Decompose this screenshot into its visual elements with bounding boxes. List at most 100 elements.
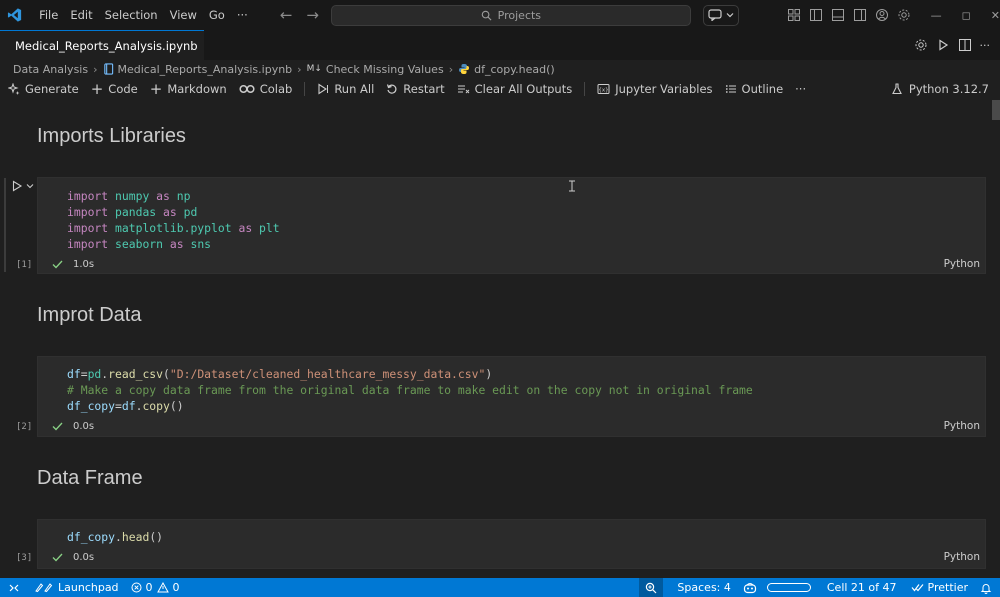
code-comment[interactable]: # Make a copy data frame from the origin… [67,382,753,398]
execution-duration: 0.0s [73,421,95,432]
menu-file[interactable]: File [34,0,64,30]
execution-count: [3] [16,553,33,563]
search-placeholder: Projects [497,8,542,22]
generate-button[interactable]: Generate [8,82,79,96]
execution-count: [2] [16,422,33,432]
double-check-icon [911,584,923,592]
copilot-progress-bar [766,583,811,592]
copilot-chat-button[interactable] [702,4,739,26]
breadcrumb-file[interactable]: Medical_Reports_Analysis.ipynb [103,63,292,76]
restore-icon[interactable]: ◻ [962,9,971,22]
indentation-status[interactable]: Spaces: 4 [663,578,736,597]
chevron-down-icon [726,13,734,18]
toggle-secondary-sidebar-icon[interactable] [853,8,867,22]
run-all-button[interactable]: Run All [317,82,374,96]
prettier-status[interactable]: Prettier [903,578,974,597]
copilot-icon [743,582,756,593]
colab-icon [239,84,255,94]
markdown-heading-1[interactable]: Imports Libraries [37,125,186,148]
variables-icon: {x} [597,84,610,94]
tab-label: Medical_Reports_Analysis.ipynb [15,38,198,53]
cell-focus-indicator [4,178,6,272]
problems-status[interactable]: 0 0 [125,578,186,597]
chevron-down-icon[interactable] [26,183,34,189]
breadcrumb-cell[interactable]: df_copy.head() [458,63,555,76]
sparkle-icon [8,83,20,95]
more-actions-icon[interactable]: ··· [980,39,991,52]
markdown-heading-3[interactable]: Data Frame [37,467,143,490]
code-line[interactable]: import numpy as np [67,188,190,204]
remote-indicator[interactable] [0,578,28,597]
code-cell[interactable]: import numpy as np import pandas as pd i… [37,177,986,274]
back-arrow-icon[interactable]: ← [280,6,293,24]
split-editor-icon[interactable] [958,38,972,52]
command-center-search[interactable]: Projects [330,4,691,26]
execution-count: [1] [16,260,33,270]
code-line[interactable]: df_copy.head() [67,529,163,545]
cell-language[interactable]: Python [944,258,980,270]
cell-language[interactable]: Python [944,420,980,432]
remote-icon [9,584,19,591]
outline-button[interactable]: Outline [725,82,783,96]
tab-medical-reports[interactable]: Medical_Reports_Analysis.ipynb [0,30,204,60]
rocket-icon [35,583,53,593]
toggle-primary-sidebar-icon[interactable] [809,8,823,22]
toolbar-more-button[interactable]: ··· [795,82,806,96]
copilot-status[interactable] [737,578,817,597]
error-icon [131,582,142,593]
add-code-cell-button[interactable]: + Code [91,80,138,98]
cell-execution-status: 0.0s [52,421,94,432]
code-line[interactable]: import pandas as pd [67,204,197,220]
code-cell[interactable]: df=pd.read_csv("D:/Dataset/cleaned_healt… [37,356,986,437]
code-line[interactable]: df=pd.read_csv("D:/Dataset/cleaned_healt… [67,366,492,382]
code-line[interactable]: df_copy=df.copy() [67,398,184,414]
notebook-settings-gear-icon[interactable] [914,38,928,52]
menu-edit[interactable]: Edit [64,0,98,30]
flask-icon [892,83,902,95]
bell-icon [980,583,992,594]
notebook-toolbar: Generate + Code + Markdown Colab Run All… [0,78,1000,100]
run-notebook-icon[interactable] [936,38,950,52]
close-icon[interactable]: ✕ [991,9,1000,22]
cell-run-controls[interactable] [11,180,34,192]
markdown-heading-2[interactable]: Improt Data [37,304,141,327]
kernel-picker[interactable]: Python 3.12.7 [891,82,989,96]
restart-kernel-button[interactable]: Restart [386,82,445,96]
add-markdown-cell-button[interactable]: + Markdown [150,80,227,98]
zoom-in-icon [646,582,657,593]
python-icon [459,64,470,74]
toolbar-divider [584,82,586,96]
launchpad-status[interactable]: Launchpad [28,578,125,597]
run-cell-icon[interactable] [11,180,23,192]
code-line[interactable]: import matplotlib.pyplot as plt [67,220,280,236]
clear-all-icon [457,85,469,94]
customize-layout-icon[interactable] [787,8,801,22]
chat-icon [708,9,722,21]
code-cell[interactable]: df_copy.head() 0.0s Python [37,519,986,569]
cell-position-status[interactable]: Cell 21 of 47 [817,578,903,597]
vscode-logo-icon[interactable] [7,7,22,23]
jupyter-variables-button[interactable]: {x} Jupyter Variables [597,82,713,96]
code-line[interactable]: import seaborn as sns [67,236,211,252]
zoom-status[interactable] [639,578,664,597]
minimize-icon[interactable]: — [931,9,942,22]
scrollbar-thumb[interactable] [992,100,1000,120]
notifications-status[interactable] [974,578,1000,597]
menu-go[interactable]: Go [203,0,231,30]
cell-language[interactable]: Python [944,551,980,563]
menu-view[interactable]: View [164,0,203,30]
text-cursor-icon [569,180,575,192]
account-icon[interactable] [875,8,889,22]
restart-icon [387,84,397,94]
clear-all-outputs-button[interactable]: Clear All Outputs [457,82,572,96]
menu-more[interactable]: ··· [231,0,254,30]
breadcrumb-folder[interactable]: Data Analysis [13,63,88,76]
notebook-editor[interactable]: Imports Libraries [1] import numpy as np… [0,100,1000,578]
toggle-panel-icon[interactable] [831,8,845,22]
forward-arrow-icon[interactable]: → [306,6,319,24]
settings-gear-icon[interactable] [897,8,911,22]
colab-button[interactable]: Colab [239,82,292,96]
menu-selection[interactable]: Selection [99,0,164,30]
breadcrumb-section[interactable]: M↓ Check Missing Values [307,63,444,76]
check-icon [52,422,63,431]
